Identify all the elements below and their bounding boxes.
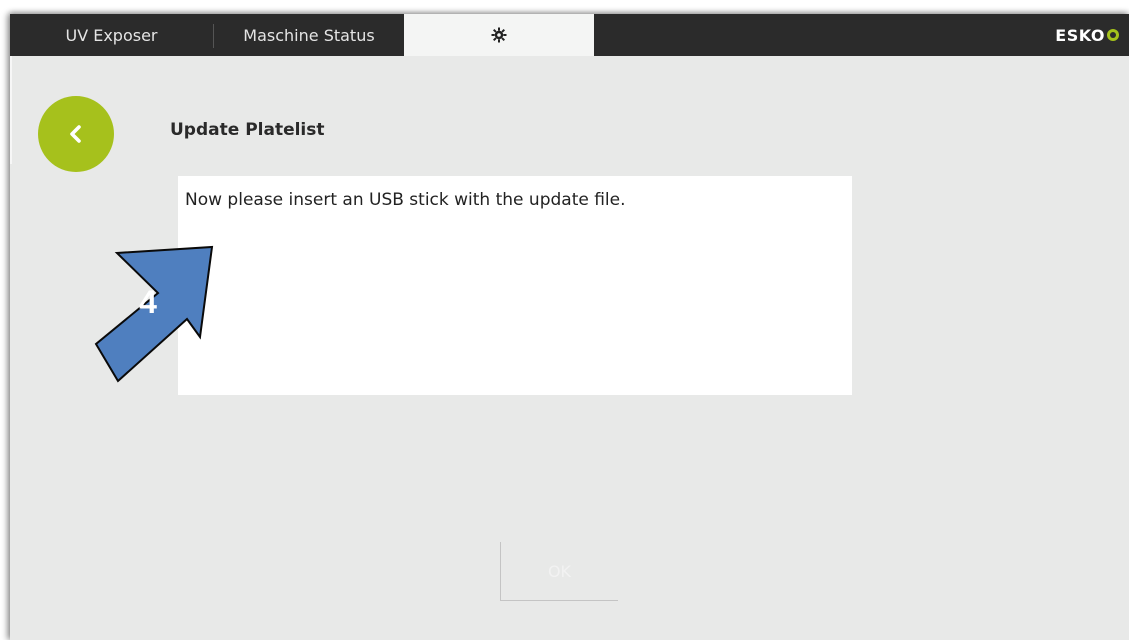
tab-uv-exposer[interactable]: UV Exposer xyxy=(10,14,213,56)
back-button[interactable] xyxy=(38,96,114,172)
tab-machine-status-label: Maschine Status xyxy=(243,25,375,45)
gear-icon xyxy=(491,27,507,43)
step-arrow-annotation: 4 xyxy=(94,245,214,383)
ok-button[interactable]: OK xyxy=(500,542,618,601)
page-title: Update Platelist xyxy=(170,120,325,140)
ok-button-label: OK xyxy=(547,561,572,581)
chevron-left-icon xyxy=(70,125,81,143)
step-number: 4 xyxy=(139,284,157,320)
message-box: Now please insert an USB stick with the … xyxy=(178,176,852,395)
esko-logo: ESKO xyxy=(1055,14,1119,56)
tab-machine-status[interactable]: Maschine Status xyxy=(214,14,404,56)
message-text: Now please insert an USB stick with the … xyxy=(185,190,626,210)
tab-uv-exposer-label: UV Exposer xyxy=(65,25,158,45)
logo-text: ESKO xyxy=(1055,25,1105,45)
app-window: UV Exposer Maschine Status ESKO Update P… xyxy=(10,14,1129,640)
left-edge-strip xyxy=(10,56,12,164)
logo-mark-icon xyxy=(1107,29,1119,41)
top-tab-bar: UV Exposer Maschine Status ESKO xyxy=(10,14,1129,56)
tab-settings[interactable] xyxy=(404,14,594,56)
